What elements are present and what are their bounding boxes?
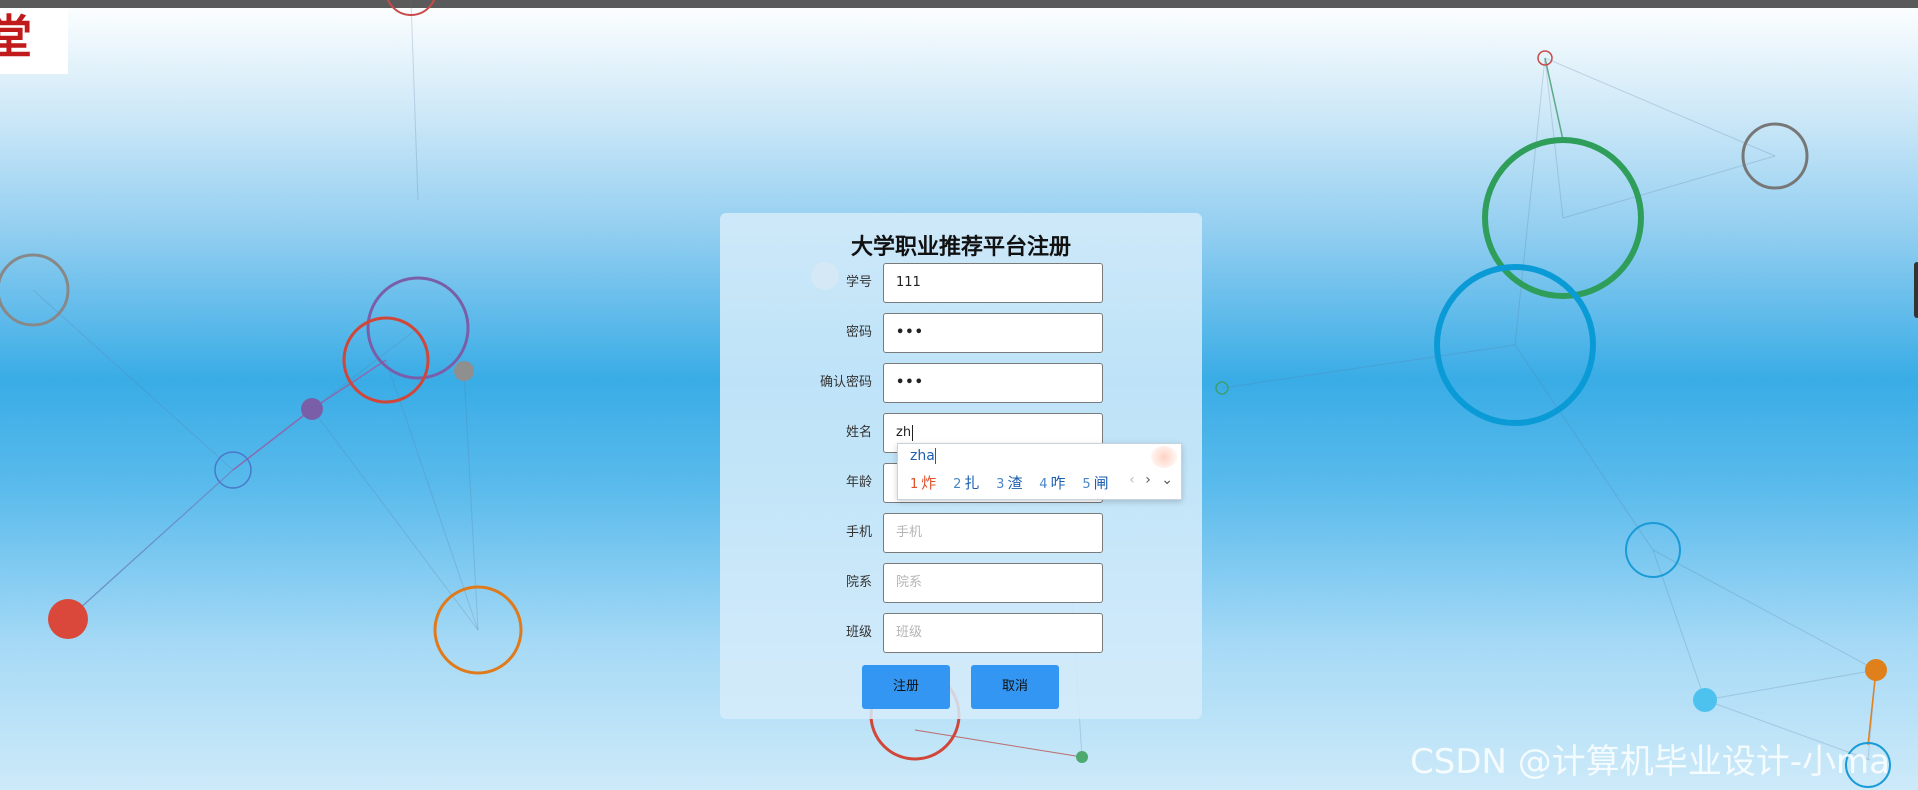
ime-candidate-num: 2 — [953, 477, 962, 492]
student-id-row: 学号 111 — [720, 263, 1202, 303]
ime-cursor — [934, 448, 936, 464]
student-id-label: 学号 — [845, 275, 872, 290]
site-logo: 堂 — [0, 8, 68, 74]
ime-candidate-char: 咋 — [1050, 474, 1066, 492]
phone-input[interactable]: 手机 — [883, 513, 1103, 553]
department-input[interactable]: 院系 — [883, 563, 1103, 603]
ime-candidate-num: 5 — [1082, 477, 1091, 492]
age-label: 年龄 — [845, 475, 872, 490]
ime-pinyin-text: zha — [910, 448, 935, 464]
side-feedback-tab[interactable] — [1914, 262, 1918, 318]
confirm-password-row: 确认密码 ••• — [720, 363, 1202, 403]
ime-prev-icon[interactable]: ‹ — [1129, 472, 1135, 488]
class-row: 班级 班级 — [720, 613, 1202, 653]
ime-next-icon[interactable]: › — [1145, 472, 1151, 488]
ime-candidate-char: 渣 — [1007, 474, 1023, 492]
ime-mascot-icon — [1151, 446, 1177, 468]
logo-glyph: 堂 — [0, 10, 32, 64]
class-label: 班级 — [845, 625, 872, 640]
ime-candidate[interactable]: 1炸 — [910, 474, 936, 492]
page-title: 大学职业推荐平台注册 — [850, 235, 1071, 260]
confirm-password-label: 确认密码 — [819, 375, 872, 390]
watermark: CSDN @计算机毕业设计-小ma — [1410, 742, 1890, 782]
ime-candidate[interactable]: 3渣 — [996, 474, 1022, 492]
ime-candidate-num: 3 — [996, 477, 1005, 492]
ime-candidate-num: 4 — [1039, 477, 1048, 492]
phone-row: 手机 手机 — [720, 513, 1202, 553]
text-cursor — [912, 424, 914, 441]
ime-candidates: 1炸 2扎 3渣 4咋 5闸 — [910, 472, 1121, 493]
ime-expand-icon[interactable]: ⌄ — [1161, 472, 1173, 488]
name-label: 姓名 — [845, 425, 872, 440]
ime-candidate-char: 炸 — [921, 474, 937, 492]
ime-candidate-char: 闸 — [1093, 474, 1109, 492]
ime-candidate-num: 1 — [910, 477, 919, 492]
password-row: 密码 ••• — [720, 313, 1202, 353]
ime-nav: ‹ › ⌄ — [1123, 472, 1173, 488]
department-row: 院系 院系 — [720, 563, 1202, 603]
department-label: 院系 — [845, 575, 872, 590]
phone-label: 手机 — [845, 525, 872, 540]
confirm-password-input[interactable]: ••• — [883, 363, 1103, 403]
ime-pinyin: zha — [910, 448, 936, 464]
ime-candidate[interactable]: 5闸 — [1082, 474, 1108, 492]
ime-candidate[interactable]: 4咋 — [1039, 474, 1065, 492]
password-label: 密码 — [845, 325, 872, 340]
class-input[interactable]: 班级 — [883, 613, 1103, 653]
password-input[interactable]: ••• — [883, 313, 1103, 353]
student-id-input[interactable]: 111 — [883, 263, 1103, 303]
ime-candidate[interactable]: 2扎 — [953, 474, 979, 492]
name-input-value: zh — [896, 425, 912, 440]
register-button[interactable]: 注册 — [862, 665, 950, 709]
ime-candidate-char: 扎 — [964, 474, 980, 492]
ime-candidate-popup: zha 1炸 2扎 3渣 4咋 5闸 ‹ › ⌄ — [897, 443, 1182, 500]
cancel-button[interactable]: 取消 — [971, 665, 1059, 709]
